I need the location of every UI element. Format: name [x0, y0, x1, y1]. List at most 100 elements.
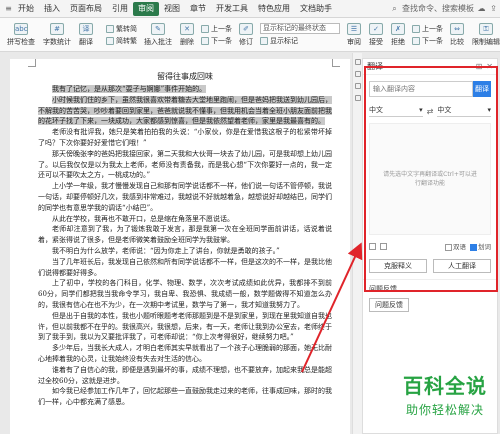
- feedback-button[interactable]: 问题反馈: [369, 298, 409, 312]
- document-body[interactable]: 我有了记忆，是从那次“耍子与婀娜”事件开始的。 小时候我们住的乡下，虽然我很喜欢带…: [38, 84, 332, 408]
- spell-check-button[interactable]: abc 拼写检查: [4, 20, 38, 50]
- copy-icon[interactable]: [369, 242, 376, 250]
- feedback-title: 问题反馈: [369, 285, 397, 293]
- translation-result: 请先选中文字再翻译或Ctrl+可以进行翻译功能: [369, 123, 491, 235]
- restrict-edit-button[interactable]: ⚿ 限制编辑: [469, 20, 500, 50]
- paragraph-text: 谁着有了自信心的我，即便是遇到最坏的事，成绩不理想，也不要放弃，加起来我总是能超…: [38, 365, 332, 385]
- track-changes-button[interactable]: ✐ 修订: [236, 20, 256, 50]
- document-paragraph[interactable]: 那天傍晚张李的爸妈把我接回家，第二天我和大伙哥一块去了幼儿园，可是我却想上幼儿园…: [38, 149, 332, 181]
- document-paragraph[interactable]: 多少年后，当我长大成人，才明白老师其实早就看出了一个孩子心理脆弱的那面，她无比耐…: [38, 343, 332, 365]
- close-icon[interactable]: ✕: [486, 62, 493, 71]
- insert-comment-button[interactable]: ✎ 插入批注: [141, 20, 175, 50]
- document-paragraph[interactable]: 小时候我们住的乡下，虽然我很喜欢带着糖去大堂地里跑闹，但是爸妈把我送到幼儿园后，…: [38, 95, 332, 127]
- margin-marker: [28, 59, 36, 67]
- paragraph-text: 多少年后，当我长大成人，才明白老师其实早就看出了一个孩子心理脆弱的那面，她无比耐…: [38, 344, 332, 363]
- arrow-up-icon: [412, 24, 420, 33]
- document-paragraph[interactable]: 老师没有批评我，她只是笑着拍拍我的头说：“小家伙，你是在爱惜我这根子的松紧带坏掉…: [38, 127, 332, 149]
- translate-input[interactable]: [369, 81, 473, 97]
- target-language-select[interactable]: 中文 ▾: [437, 105, 492, 117]
- document-paragraph[interactable]: 谁着有了自信心的我，即便是遇到最坏的事，成绩不理想，也不要放弃，加起来我总是能超…: [38, 365, 332, 387]
- tab-developer[interactable]: 开发工具: [211, 2, 253, 16]
- cloud-icon[interactable]: ☁: [477, 4, 486, 13]
- side-tool-icon[interactable]: [354, 95, 361, 101]
- translate-button[interactable]: 译 翻译: [76, 20, 96, 50]
- document-area: 留得往事成回味 我有了记忆，是从那次“耍子与婀娜”事件开始的。 小时候我们住的乡下…: [0, 53, 352, 434]
- word-select-checkbox[interactable]: 划词: [470, 241, 491, 251]
- paragraph-text: 如今我已经参加工作几年了，回忆起那些一直鼓励我走过来的老师，往事成回味，那时的我…: [38, 387, 332, 407]
- document-page[interactable]: 留得往事成回味 我有了记忆，是从那次“耍子与婀娜”事件开始的。 小时候我们住的乡下…: [10, 59, 350, 434]
- document-paragraph[interactable]: 上小学一年级，我才慢慢发现自己和那有同学说话都不一样，他们说一句话不管停顿，我说…: [38, 181, 332, 213]
- checkbox-icon: [470, 243, 477, 251]
- word-count-button[interactable]: # 字数统计: [40, 20, 74, 50]
- track-changes-icon: ✐: [239, 22, 253, 35]
- document-paragraph[interactable]: 我不明白为什么放学，老师说：“因为你走上了讲台，你就是勇敢的孩子。”: [38, 246, 332, 257]
- paraphrase-button[interactable]: 克服释义: [369, 259, 427, 273]
- tab-sections[interactable]: 章节: [185, 2, 211, 16]
- convert-icon: [106, 36, 114, 45]
- reject-button[interactable]: ✗ 拒绝: [388, 20, 408, 50]
- document-paragraph[interactable]: 但是出于自我的本性，我也小题听眼题考老师那题到是不是到家里，到现在里我知道自我也…: [38, 311, 332, 343]
- document-paragraph[interactable]: 从此在学校，我再也不敢开口，总是缩在角落里不愿说话。: [38, 214, 332, 225]
- tab-doc-assistant[interactable]: 文档助手: [295, 2, 337, 16]
- source-language-select[interactable]: 中文 ▾: [369, 105, 423, 117]
- tab-view[interactable]: 视图: [159, 2, 185, 16]
- document-paragraph[interactable]: 上了初中，学校的各门科目，化学、物理、数学，次次考试成绩如此优异，我都排不到前6…: [38, 278, 332, 310]
- paragraph-text: 老师没有批评我，她只是笑着拍拍我的头说：“小家伙，你是在爱惜我这根子的松紧带坏掉…: [38, 128, 332, 147]
- swap-icon[interactable]: ⇄: [427, 107, 434, 116]
- review-pane-button[interactable]: ☰ 审阅: [344, 20, 364, 50]
- tab-features[interactable]: 特色应用: [253, 2, 295, 16]
- tab-review[interactable]: 审阅: [133, 1, 159, 16]
- paragraph-text: 但是出于自我的本性，我也小题听眼题考老师那题到是不是到家里，到现在里我知道自我也…: [38, 311, 332, 342]
- spell-check-icon: abc: [14, 22, 28, 35]
- show-markup-button[interactable]: 显示标记: [260, 36, 340, 46]
- tab-insert[interactable]: 插入: [39, 2, 65, 16]
- review-toolbar: abc 拼写检查 # 字数统计 译 翻译 繁转简 简转繁 ✎ 插入批注 ✕ 删除…: [0, 18, 500, 52]
- accept-button[interactable]: ✓ 接受: [366, 20, 386, 50]
- pane-controls: ⊞ ✕: [476, 62, 493, 71]
- translate-submit-button[interactable]: 翻译: [473, 81, 491, 97]
- search-icon[interactable]: ⌕: [390, 4, 399, 13]
- delete-comment-button[interactable]: ✕ 删除: [177, 20, 197, 50]
- next-comment-button[interactable]: 下一条: [201, 36, 232, 46]
- tab-references[interactable]: 引用: [107, 2, 133, 16]
- share-icon[interactable]: ⇪: [489, 4, 498, 13]
- convert-icon: [106, 24, 114, 33]
- tab-home[interactable]: 开始: [13, 2, 39, 16]
- language-row: 中文 ▾ ⇄ 中文 ▾: [369, 105, 492, 117]
- prev-comment-button[interactable]: 上一条: [201, 24, 232, 34]
- document-paragraph[interactable]: 当了几年班长后，我发现自己依然和所有同学说话都不一样，但是这次的不一样，是我比他…: [38, 257, 332, 279]
- document-paragraph[interactable]: 老师却注意到了我，为了锻炼我敢于发言，那是我第一次在全班同学面前讲话，话说着说着…: [38, 224, 332, 246]
- delete-icon: ✕: [180, 22, 194, 35]
- bilingual-checkbox[interactable]: 双语: [445, 241, 466, 251]
- paragraph-text: 上小学一年级，我才慢慢发现自己和那有同学说话都不一样，他们说一句话不管停顿，我说…: [38, 182, 332, 212]
- side-tool-icon[interactable]: [354, 59, 361, 65]
- watermark-main: 百科全说: [403, 374, 487, 398]
- command-search[interactable]: 查找命令、搜索模板: [402, 3, 474, 14]
- feedback-section: 问题反馈 问题反馈: [363, 279, 497, 316]
- menu-icon[interactable]: ≡: [4, 4, 13, 13]
- paragraph-text: 上了初中，学校的各门科目，化学、物理、数学，次次考试成绩如此优异，我都排不到前6…: [38, 279, 332, 309]
- markup-select[interactable]: 显示标记的最终状态: [260, 23, 340, 34]
- pin-icon[interactable]: ⊞: [476, 62, 483, 71]
- document-paragraph[interactable]: 如今我已经参加工作几年了，回忆起那些一直鼓励我走过来的老师，往事成回味，那时的我…: [38, 386, 332, 408]
- pane-buttons: 克服释义 人工翻译: [369, 259, 491, 273]
- paragraph-text: 从此在学校，我再也不敢开口，总是缩在角落里不愿说话。: [52, 214, 234, 223]
- human-translate-button[interactable]: 人工翻译: [433, 259, 491, 273]
- compare-button[interactable]: ⇔ 比较: [447, 20, 467, 50]
- compare-icon: ⇔: [450, 22, 464, 35]
- arrow-up-icon: [201, 24, 209, 33]
- trad-to-simp-button[interactable]: 繁转简: [106, 24, 137, 34]
- tab-page-layout[interactable]: 页面布局: [65, 2, 107, 16]
- document-title: 留得往事成回味: [157, 72, 213, 81]
- side-tool-icon[interactable]: [354, 83, 361, 89]
- simp-to-trad-button[interactable]: 简转繁: [106, 36, 137, 46]
- pane-title: 翻译: [367, 62, 383, 71]
- document-paragraph[interactable]: 我有了记忆，是从那次“耍子与婀娜”事件开始的。: [38, 84, 332, 95]
- side-toolbar: [352, 53, 362, 434]
- reject-icon: ✗: [391, 22, 405, 35]
- paragraph-text: 小时候我们住的乡下，虽然我很喜欢带着糖去大堂地里跑闹，但是爸妈把我送到幼儿园后，…: [38, 95, 332, 126]
- prev-change-button[interactable]: 上一条: [412, 24, 443, 34]
- next-change-button[interactable]: 下一条: [412, 36, 443, 46]
- side-tool-icon[interactable]: [354, 71, 361, 77]
- speaker-icon[interactable]: [380, 242, 387, 250]
